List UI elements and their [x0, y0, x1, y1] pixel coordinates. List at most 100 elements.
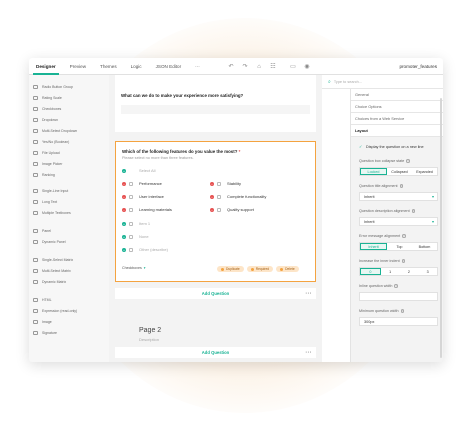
toolbox-item[interactable]: Panel: [33, 227, 51, 234]
toolbox-item[interactable]: Single-Line Input: [33, 187, 68, 194]
indent-3[interactable]: 3: [418, 268, 437, 275]
toolbox-item[interactable]: Checkboxes: [33, 105, 61, 112]
help-icon[interactable]: ?: [401, 259, 406, 263]
delete-button[interactable]: Delete: [276, 266, 299, 272]
property-grid-scrollbar[interactable]: [440, 98, 442, 358]
toolbox-item[interactable]: Dropdown: [33, 116, 58, 123]
toolbox-item[interactable]: Expression (read-only): [33, 307, 77, 314]
checkbox[interactable]: [129, 181, 133, 186]
page-description[interactable]: Description: [139, 337, 159, 342]
settings-icon[interactable]: ☷: [266, 58, 280, 75]
min-width-input[interactable]: 300px: [359, 317, 438, 326]
error-inherit[interactable]: Inherit: [360, 243, 387, 250]
checkbox[interactable]: [217, 181, 221, 186]
checkbox[interactable]: [217, 194, 221, 199]
question-title[interactable]: What can we do to make your experience m…: [121, 93, 243, 98]
toolbox-item[interactable]: HTML: [33, 296, 52, 303]
choice-item[interactable]: − Quality support: [210, 207, 254, 212]
collapse-collapsed[interactable]: Collapsed: [387, 168, 412, 175]
help-icon[interactable]: ?: [399, 184, 404, 188]
selected-question-card[interactable]: Which of the following features do you v…: [115, 141, 316, 282]
new-item-option[interactable]: + Item 1: [122, 221, 150, 226]
more-icon[interactable]: ···: [306, 350, 313, 356]
help-icon[interactable]: ?: [411, 209, 416, 213]
toolbox-item[interactable]: Image Picker: [33, 160, 62, 167]
category-choice-options[interactable]: Choice Options: [351, 101, 443, 113]
toolbox-item[interactable]: Multiple Textboxes: [33, 209, 71, 216]
choice-item[interactable]: − Complete functionality: [210, 194, 266, 199]
tab-preview[interactable]: Preview: [63, 58, 93, 75]
question-card[interactable]: What can we do to make your experience m…: [115, 75, 316, 132]
toolbox-item[interactable]: Ranking: [33, 171, 55, 178]
more-icon[interactable]: ···: [306, 291, 313, 297]
remove-icon[interactable]: −: [210, 194, 214, 199]
indent-2[interactable]: 2: [400, 268, 419, 275]
add-icon[interactable]: +: [122, 221, 126, 226]
other-option[interactable]: + Other (describe): [122, 247, 168, 252]
collapse-locked[interactable]: Locked: [360, 168, 387, 175]
add-icon[interactable]: +: [122, 247, 126, 252]
property-search[interactable]: ⌕ Type to search...: [322, 75, 443, 89]
collapse-expanded[interactable]: Expanded: [412, 168, 437, 175]
toolbox-item[interactable]: Dynamic Panel: [33, 238, 66, 245]
toolbox-item[interactable]: Multi-Select Dropdown: [33, 127, 77, 134]
remove-icon[interactable]: −: [122, 194, 126, 199]
add-question-button[interactable]: Add Question ···: [115, 288, 316, 299]
required-toggle[interactable]: Required: [246, 266, 274, 272]
question-title[interactable]: Which of the following features do you v…: [122, 149, 240, 154]
remove-icon[interactable]: −: [210, 207, 214, 212]
none-option[interactable]: + None: [122, 234, 149, 239]
tab-designer[interactable]: Designer: [29, 58, 63, 75]
remove-icon[interactable]: −: [122, 181, 126, 186]
choice-item[interactable]: − User interface: [122, 194, 164, 199]
error-bottom[interactable]: Bottom: [412, 243, 437, 250]
remove-icon[interactable]: −: [122, 207, 126, 212]
toolbox-item[interactable]: Image: [33, 318, 52, 325]
preview-eye-icon[interactable]: ◉: [300, 58, 314, 75]
indent-0[interactable]: 0: [360, 268, 381, 275]
checkbox[interactable]: [129, 207, 133, 212]
duplicate-button[interactable]: Duplicate: [217, 266, 244, 272]
page-title[interactable]: Page 2: [139, 327, 161, 334]
tab-json-editor[interactable]: JSON Editor: [149, 58, 189, 75]
toolbox-item[interactable]: Rating Scale: [33, 94, 62, 101]
choice-item[interactable]: − Performance: [122, 181, 162, 186]
toolbox-item[interactable]: Long Text: [33, 198, 57, 205]
category-layout[interactable]: Layout: [351, 125, 443, 137]
category-general[interactable]: General: [351, 89, 443, 101]
clear-icon[interactable]: ⌂: [252, 58, 266, 75]
toolbox-item[interactable]: Single-Select Matrix: [33, 256, 73, 263]
help-icon[interactable]: ?: [406, 159, 410, 163]
add-icon[interactable]: +: [122, 168, 126, 173]
add-question-button[interactable]: Add Question ···: [115, 347, 316, 358]
toolbox-item[interactable]: File Upload: [33, 149, 60, 156]
question-description[interactable]: Please select no more than three feature…: [122, 156, 194, 160]
new-line-checkbox[interactable]: ✓ Display the question on a new line: [359, 145, 424, 150]
question-type-selector[interactable]: Checkboxes ▾: [122, 266, 146, 270]
add-icon[interactable]: +: [122, 234, 126, 239]
toolbox-item[interactable]: Dynamic Matrix: [33, 278, 66, 285]
description-alignment-dropdown[interactable]: Inherit ▾: [359, 217, 438, 226]
checkbox[interactable]: [217, 207, 221, 212]
tab-logic[interactable]: Logic: [124, 58, 149, 75]
toolbox-item[interactable]: Multi-Select Matrix: [33, 267, 71, 274]
tab-more[interactable]: ···: [188, 58, 207, 75]
inline-width-input[interactable]: [359, 292, 438, 301]
choice-item[interactable]: − Stability: [210, 181, 241, 186]
indent-1[interactable]: 1: [381, 268, 400, 275]
error-top[interactable]: Top: [387, 243, 412, 250]
select-all-option[interactable]: + Select All: [122, 168, 155, 173]
title-alignment-dropdown[interactable]: Inherit ▾: [359, 192, 438, 201]
help-icon[interactable]: ?: [394, 284, 398, 288]
tab-themes[interactable]: Themes: [93, 58, 124, 75]
help-icon[interactable]: ?: [400, 309, 405, 313]
device-icon[interactable]: ▭: [286, 58, 300, 75]
undo-icon[interactable]: ↶: [224, 58, 238, 75]
remove-icon[interactable]: −: [210, 181, 214, 186]
checkbox[interactable]: [129, 194, 133, 199]
toolbox-item[interactable]: Radio Button Group: [33, 83, 73, 90]
toolbox-item[interactable]: Signature: [33, 329, 57, 336]
toolbox-item[interactable]: Yes/No (Boolean): [33, 138, 69, 145]
category-web-service[interactable]: Choices from a Web Service: [351, 113, 443, 125]
redo-icon[interactable]: ↷: [238, 58, 252, 75]
